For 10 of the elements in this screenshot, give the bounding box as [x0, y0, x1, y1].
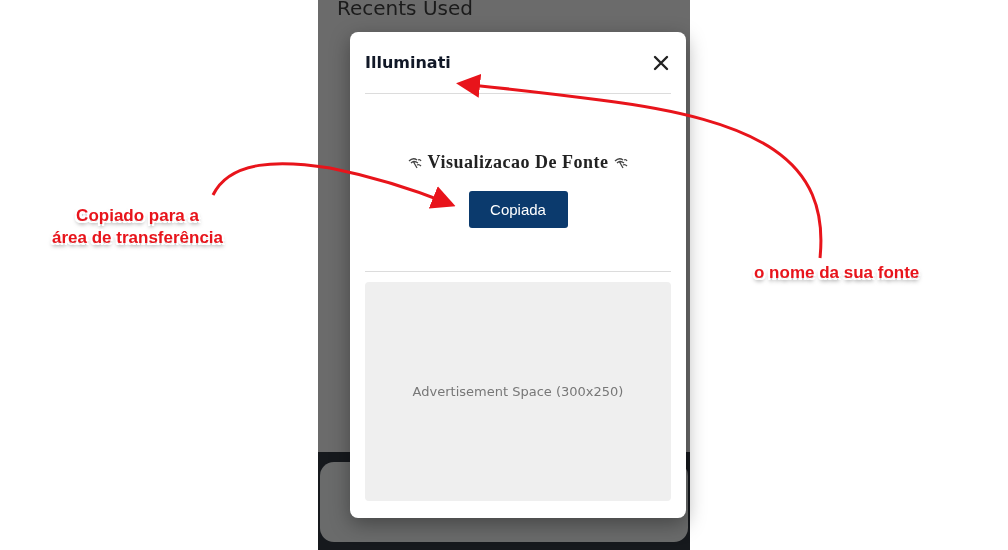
annotation-label: Copiado para a área de transferência	[52, 205, 224, 250]
section-heading: Recents Used	[337, 0, 473, 20]
ad-label: Advertisement Space (300x250)	[412, 384, 624, 399]
font-name: Illuminati	[365, 53, 451, 72]
ornament-icon	[614, 156, 629, 169]
copy-button[interactable]: Copiada	[468, 191, 568, 228]
close-icon	[653, 54, 669, 71]
ornament-icon	[407, 156, 422, 169]
annotation-label: o nome da sua fonte	[754, 262, 920, 284]
font-preview: Visualizacao De Fonte	[427, 152, 609, 173]
